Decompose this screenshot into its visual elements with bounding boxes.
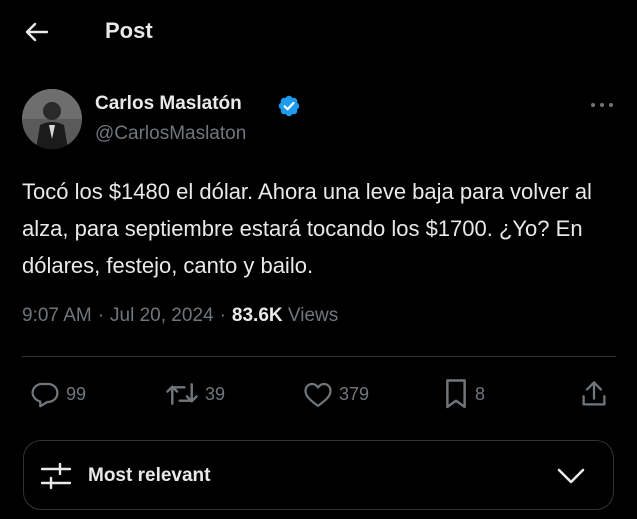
author-handle[interactable]: @CarlosMaslaton xyxy=(95,123,246,145)
views-label: Views xyxy=(287,305,339,326)
verified-badge-icon xyxy=(278,95,300,117)
like-button[interactable]: 379 xyxy=(303,376,369,412)
share-button[interactable] xyxy=(580,376,608,412)
reply-button[interactable]: 99 xyxy=(30,376,86,412)
bookmark-count: 8 xyxy=(475,383,486,404)
reply-icon xyxy=(31,382,59,408)
share-icon xyxy=(582,381,606,406)
meta-separator: · xyxy=(219,305,226,326)
like-icon xyxy=(304,382,332,407)
tweet-text: Tocó los $1480 el dólar. Ahora una leve … xyxy=(22,179,592,278)
chevron-down-icon xyxy=(557,468,585,484)
avatar[interactable] xyxy=(22,89,82,149)
sort-sliders-icon xyxy=(40,462,72,490)
back-arrow-icon xyxy=(25,22,49,42)
repost-icon xyxy=(166,383,198,405)
like-count: 379 xyxy=(339,383,370,404)
repost-button[interactable]: 39 xyxy=(165,376,225,412)
views-count: 83.6K xyxy=(231,305,283,326)
more-options-button[interactable] xyxy=(588,95,616,115)
tweet-meta: 9:07 AM · Jul 20, 2024 · 83.6K Views xyxy=(22,305,338,327)
sort-label: Most relevant xyxy=(88,465,211,486)
more-icon xyxy=(591,103,613,107)
back-button[interactable] xyxy=(20,16,52,48)
reply-count: 99 xyxy=(66,383,87,404)
sort-replies-dropdown[interactable]: Most relevant xyxy=(23,440,614,510)
bookmark-button[interactable]: 8 xyxy=(443,376,485,412)
repost-count: 39 xyxy=(205,383,226,404)
bookmark-icon xyxy=(446,379,466,409)
meta-separator: · xyxy=(97,305,105,326)
tweet-time[interactable]: 9:07 AM xyxy=(22,305,92,326)
tweet-date[interactable]: Jul 20, 2024 xyxy=(110,305,214,326)
divider xyxy=(22,356,616,357)
author-name[interactable]: Carlos Maslatón xyxy=(95,93,242,115)
top-bar: Post xyxy=(0,0,637,62)
page-title: Post xyxy=(105,18,153,43)
